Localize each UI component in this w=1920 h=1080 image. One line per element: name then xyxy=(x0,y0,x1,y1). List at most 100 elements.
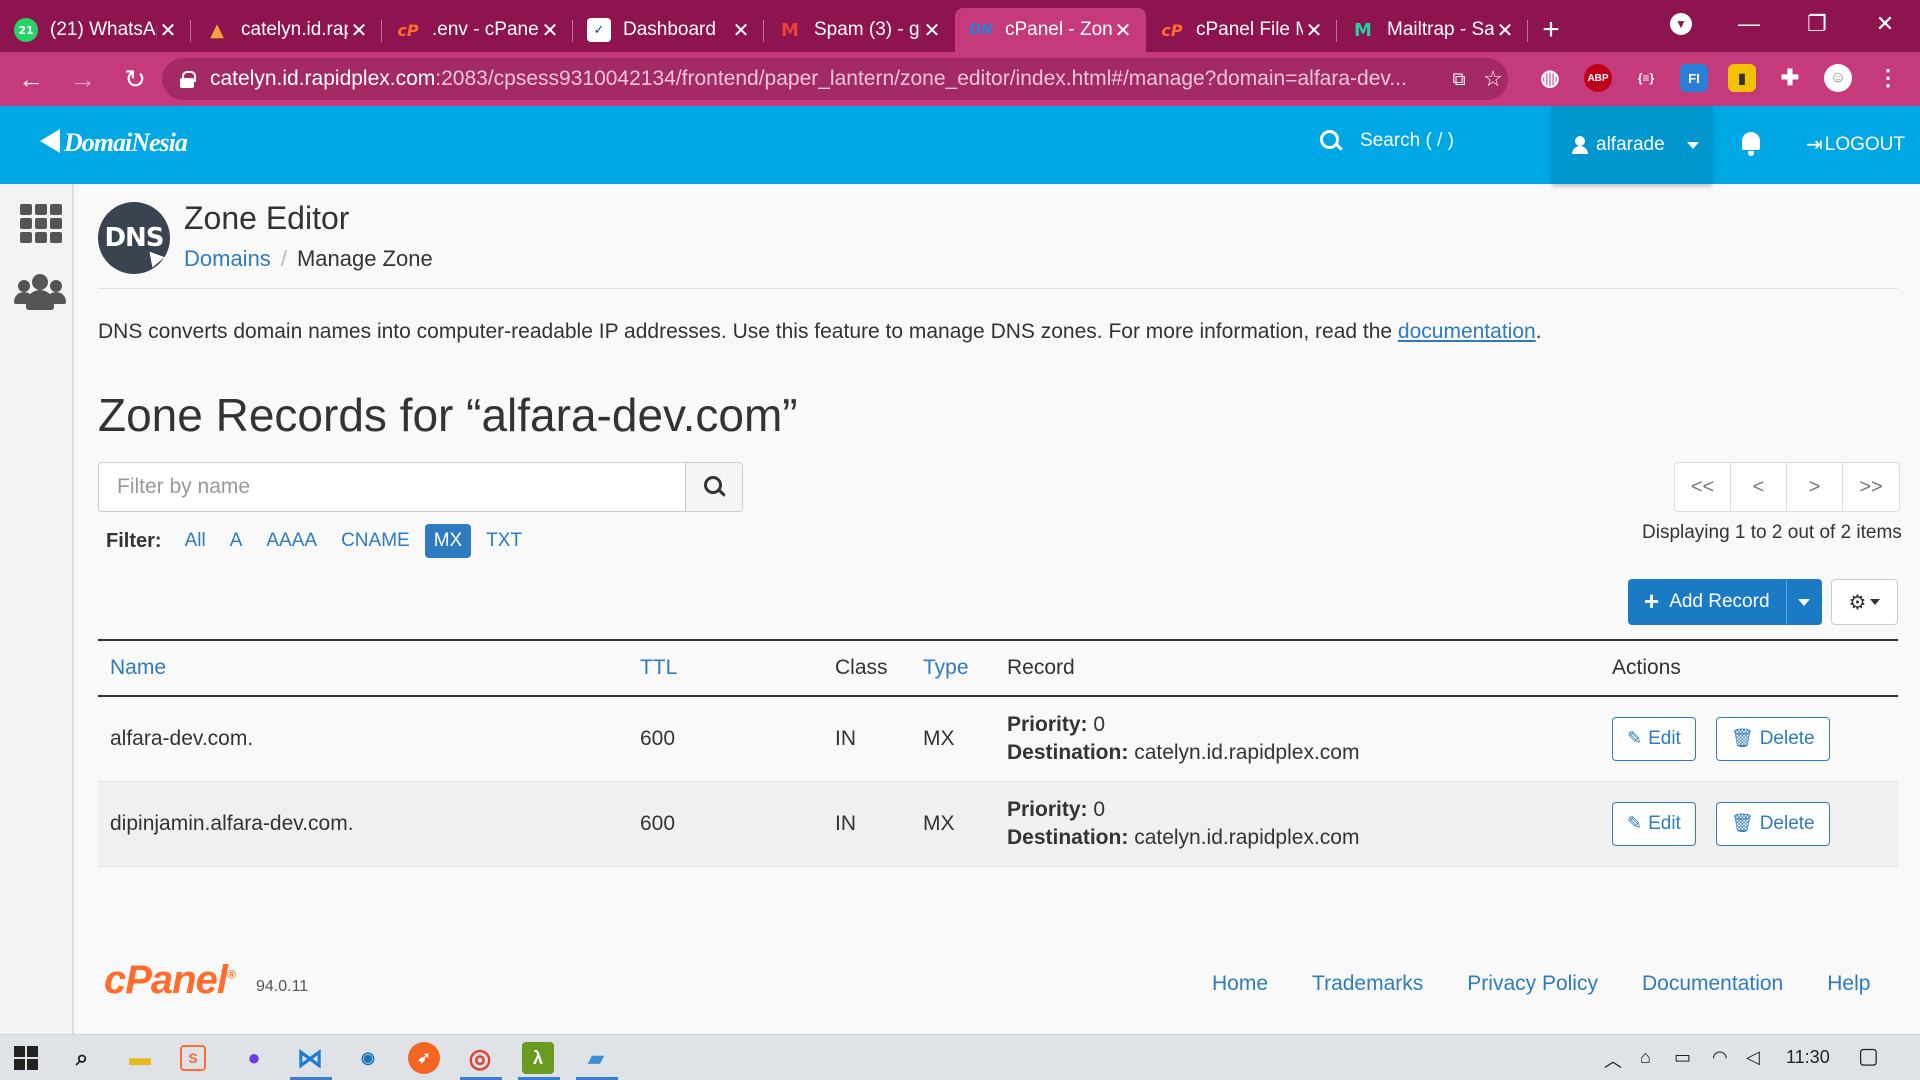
sublime-icon[interactable]: S xyxy=(180,1045,206,1071)
header-search[interactable]: Search ( / ) xyxy=(1320,130,1454,152)
documentation-link[interactable]: documentation xyxy=(1398,320,1536,343)
file-explorer-icon[interactable]: ▬ xyxy=(124,1042,156,1074)
notepad-icon[interactable]: ▰ xyxy=(580,1042,612,1074)
prev-page-button[interactable]: < xyxy=(1731,463,1787,511)
close-window-button[interactable]: ✕ xyxy=(1852,0,1918,48)
close-icon[interactable]: ✕ xyxy=(730,18,752,43)
delete-label: Delete xyxy=(1759,727,1815,749)
tab-env-cpanel[interactable]: cP .env - cPanel ✕ xyxy=(382,8,573,52)
network-icon[interactable]: ⌂ xyxy=(1640,1047,1651,1068)
windows-start-icon[interactable] xyxy=(10,1042,42,1074)
settings-button[interactable]: ⚙ xyxy=(1831,579,1898,625)
user-menu[interactable]: alfarade xyxy=(1552,106,1712,184)
address-bar[interactable]: catelyn.id.rapidplex.com :2083/cpsess931… xyxy=(162,58,1508,100)
chevron-up-icon[interactable]: ︿ xyxy=(1604,1047,1622,1073)
close-icon[interactable]: ✕ xyxy=(1112,18,1134,43)
back-button[interactable]: ← xyxy=(10,58,52,100)
filter-search-button[interactable] xyxy=(685,462,743,512)
filter-by-name-input[interactable]: Filter by name xyxy=(98,462,686,512)
filter-txt[interactable]: TXT xyxy=(477,524,531,558)
tab-zone-editor[interactable]: DN cPanel - Zone Editor ✕ xyxy=(955,8,1146,52)
footer-home-link[interactable]: Home xyxy=(1212,972,1268,996)
delete-button[interactable]: 🗑 Delete xyxy=(1715,801,1830,846)
breadcrumb-domains-link[interactable]: Domains xyxy=(184,246,271,271)
filter-mx[interactable]: MX xyxy=(424,524,472,558)
logout-button[interactable]: ⇥ LOGOUT xyxy=(1806,132,1905,157)
close-icon[interactable]: ✕ xyxy=(921,18,943,43)
first-page-button[interactable]: << xyxy=(1675,463,1731,511)
edit-button[interactable]: ✎ Edit xyxy=(1612,801,1696,846)
server-icon: ▲ xyxy=(210,19,224,41)
filter-all[interactable]: All xyxy=(176,524,215,558)
brand-logo[interactable]: DomaiNesia xyxy=(40,128,188,158)
add-record-dropdown[interactable] xyxy=(1785,579,1822,625)
highlighter-icon[interactable]: ▮ xyxy=(1728,64,1756,92)
postman-icon[interactable]: ➶ xyxy=(408,1042,440,1074)
tab-mailtrap[interactable]: M Mailtrap - Safe ✕ xyxy=(1337,8,1528,52)
json-viewer-icon[interactable]: {≡} xyxy=(1632,64,1660,92)
cpanel-version: 94.0.11 xyxy=(256,978,309,995)
battery-icon[interactable]: ▭ xyxy=(1674,1047,1691,1068)
tab-file-manager[interactable]: cP cPanel File Manager ✕ xyxy=(1146,8,1337,52)
filter-a[interactable]: A xyxy=(221,524,252,558)
firefox-icon[interactable]: ● xyxy=(238,1042,270,1074)
chrome-icon[interactable]: ◎ xyxy=(464,1042,496,1074)
reload-button[interactable]: ↻ xyxy=(114,58,156,100)
close-icon[interactable]: ✕ xyxy=(1303,18,1325,43)
bell-icon[interactable] xyxy=(1740,132,1762,156)
windows-taskbar: ⌕ ▬ S ● ⋈ ◉ ➶ ◎ λ ▰ ︿ ⌂ ▭ ◠ ◁ 11:30 ▢ xyxy=(0,1034,1920,1080)
star-icon[interactable]: ☆ xyxy=(1480,66,1506,92)
cpanel-logo[interactable]: cPanel® xyxy=(104,958,236,1003)
new-tab-button[interactable]: + xyxy=(1528,8,1574,52)
column-name[interactable]: Name xyxy=(98,640,628,696)
close-icon[interactable]: ✕ xyxy=(157,18,179,43)
tab-dashboard[interactable]: ✓ Dashboard ✕ xyxy=(573,8,764,52)
volume-icon[interactable]: ◁ xyxy=(1746,1047,1760,1068)
tab-gmail-spam[interactable]: M Spam (3) - gmail ✕ xyxy=(764,8,955,52)
footer-help-link[interactable]: Help xyxy=(1827,972,1870,996)
minimize-button[interactable]: — xyxy=(1716,0,1782,48)
close-icon[interactable]: ✕ xyxy=(1494,18,1516,43)
record-actions: ✎ Edit 🗑 Delete xyxy=(1600,696,1898,781)
adblock-icon[interactable]: ABP xyxy=(1584,64,1612,92)
users-icon[interactable] xyxy=(14,274,66,312)
restore-button[interactable]: ❐ xyxy=(1784,0,1850,48)
filter-aaaa[interactable]: AAAA xyxy=(257,524,326,558)
fi-extension-icon[interactable]: FI xyxy=(1680,64,1708,92)
tab-label: cPanel File Manager xyxy=(1196,19,1303,40)
last-page-button[interactable]: >> xyxy=(1843,463,1899,511)
globe-icon[interactable]: ◍ xyxy=(1536,64,1564,92)
whatsapp-icon: 21 xyxy=(14,18,38,42)
tab-whatsapp[interactable]: 21 (21) WhatsApp ✕ xyxy=(0,8,191,52)
footer-trademarks-link[interactable]: Trademarks xyxy=(1312,972,1423,996)
close-icon[interactable]: ✕ xyxy=(539,18,561,43)
puzzle-icon[interactable]: ✚ xyxy=(1776,64,1804,92)
column-type[interactable]: Type xyxy=(911,640,995,696)
browser-menu-icon[interactable]: ⋮ xyxy=(1874,64,1902,92)
vscode-icon[interactable]: ⋈ xyxy=(294,1042,326,1074)
taskbar-clock[interactable]: 11:30 xyxy=(1786,1047,1830,1068)
terminal-icon[interactable]: λ xyxy=(522,1042,554,1074)
user-icon xyxy=(1572,136,1588,154)
chevron-down-icon xyxy=(1870,599,1881,605)
footer-privacy-link[interactable]: Privacy Policy xyxy=(1467,972,1598,996)
filter-cname[interactable]: CNAME xyxy=(332,524,419,558)
delete-button[interactable]: 🗑 Delete xyxy=(1715,716,1830,761)
profile-avatar[interactable]: ☺ xyxy=(1824,64,1852,92)
forward-button[interactable]: → xyxy=(62,58,104,100)
notification-icon[interactable]: ▢ xyxy=(1858,1043,1879,1069)
add-record-button[interactable]: + Add Record xyxy=(1628,579,1786,625)
edit-button[interactable]: ✎ Edit xyxy=(1612,716,1696,761)
wifi-icon[interactable]: ◠ xyxy=(1712,1047,1728,1068)
tab-catelyn[interactable]: ▲ catelyn.id.rapidplex ✕ xyxy=(191,8,382,52)
close-icon[interactable]: ✕ xyxy=(348,18,370,43)
next-page-button[interactable]: > xyxy=(1787,463,1843,511)
footer-documentation-link[interactable]: Documentation xyxy=(1642,972,1783,996)
delete-label: Delete xyxy=(1759,812,1815,834)
app-icon[interactable]: ◉ xyxy=(352,1042,384,1074)
tab-search-button[interactable]: ▼ xyxy=(1648,0,1714,48)
translate-icon[interactable]: ⧉ xyxy=(1446,66,1472,92)
search-icon[interactable]: ⌕ xyxy=(66,1042,98,1074)
column-ttl[interactable]: TTL xyxy=(628,640,823,696)
apps-grid-icon[interactable] xyxy=(20,204,62,243)
